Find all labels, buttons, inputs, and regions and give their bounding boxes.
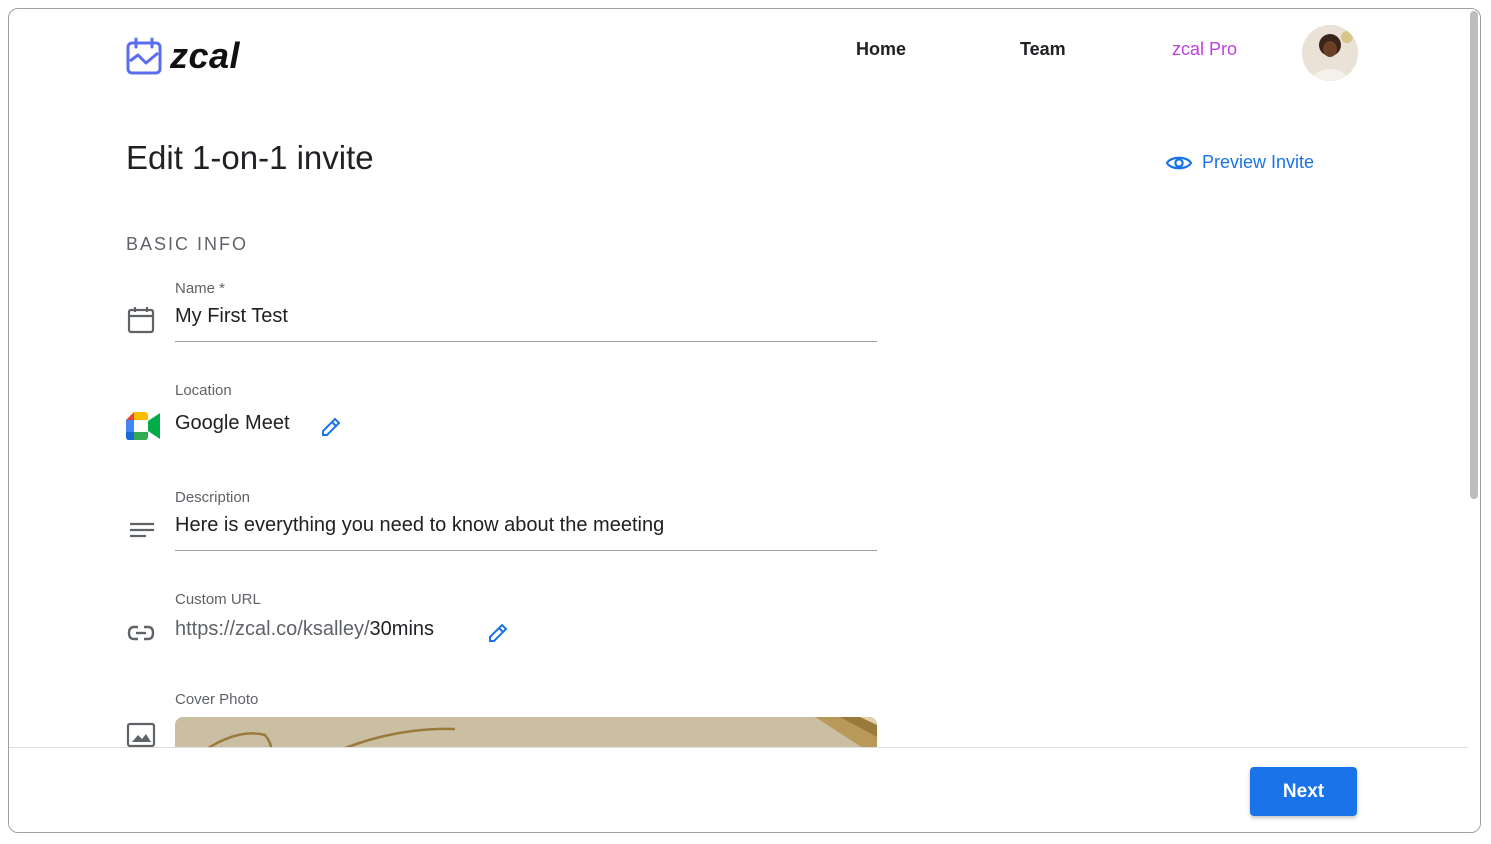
avatar-image <box>1302 25 1358 81</box>
section-label-basic-info: BASIC INFO <box>126 234 249 254</box>
name-underline <box>175 341 877 342</box>
location-value: Google Meet <box>175 412 290 434</box>
description-label: Description <box>175 489 251 506</box>
scrollbar[interactable] <box>1468 9 1480 749</box>
cover-photo-label: Cover Photo <box>175 691 259 708</box>
custom-url-prefix: https://zcal.co/ksalley/ <box>175 618 370 640</box>
preview-invite-label: Preview Invite <box>1202 152 1315 172</box>
google-meet-icon <box>126 412 160 440</box>
description-underline <box>175 550 877 551</box>
preview-invite-link[interactable]: Preview Invite <box>1166 152 1314 173</box>
location-label: Location <box>175 382 232 399</box>
app-window: zcal Home Team zcal Pro Edit 1-on-1 invi… <box>8 8 1481 833</box>
name-input[interactable]: My First Test <box>175 305 288 328</box>
nav-home[interactable]: Home <box>856 39 906 60</box>
zcal-logo[interactable]: zcal <box>126 35 240 77</box>
pencil-icon[interactable] <box>487 622 509 644</box>
link-icon <box>127 625 155 641</box>
calendar-icon <box>127 307 155 334</box>
name-label: Name * <box>175 280 226 297</box>
scrollbar-thumb[interactable] <box>1470 11 1478 499</box>
zcal-logo-icon <box>126 37 162 75</box>
page-title: Edit 1-on-1 invite <box>126 139 374 176</box>
next-button[interactable]: Next <box>1250 767 1357 816</box>
notes-icon <box>130 522 154 538</box>
pencil-icon[interactable] <box>320 416 342 438</box>
logo-text: zcal <box>170 35 241 76</box>
custom-url-value: https://zcal.co/ksalley/30mins <box>175 618 434 641</box>
avatar[interactable] <box>1302 25 1358 81</box>
custom-url-slug: 30mins <box>369 618 435 640</box>
nav-zcal-pro[interactable]: zcal Pro <box>1172 39 1237 60</box>
image-icon <box>126 722 156 748</box>
nav-team[interactable]: Team <box>1020 39 1066 60</box>
custom-url-label: Custom URL <box>175 591 261 608</box>
description-input[interactable]: Here is everything you need to know abou… <box>175 514 664 537</box>
eye-icon <box>1166 156 1192 169</box>
footer-bar: Next <box>9 747 1480 832</box>
